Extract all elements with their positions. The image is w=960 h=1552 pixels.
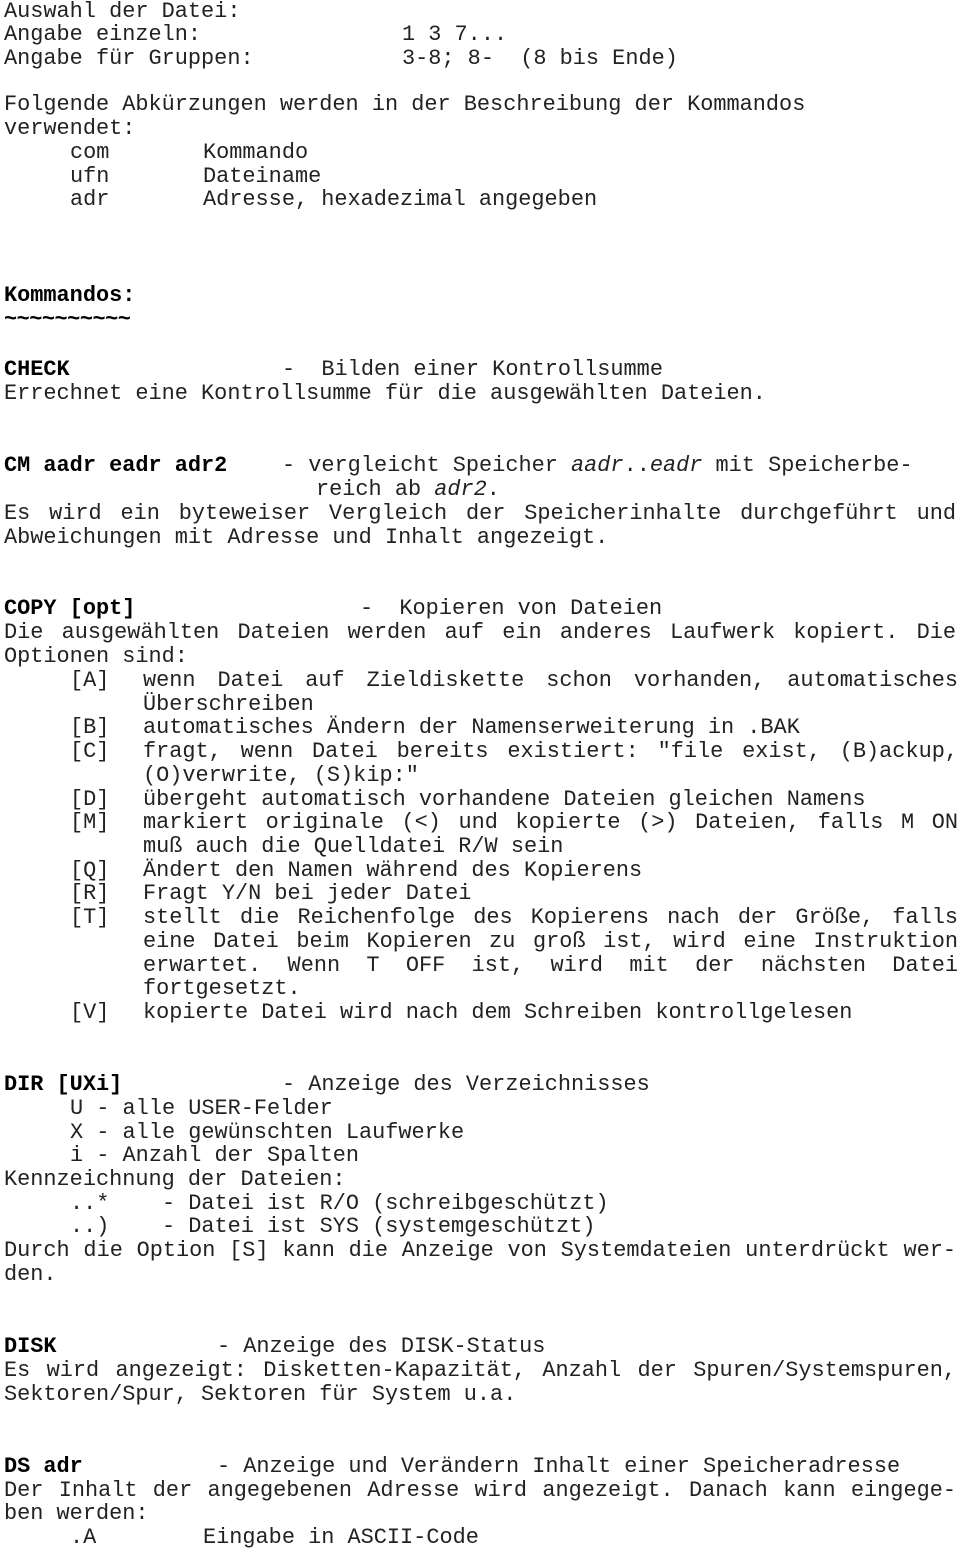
dir-mark: ..) - Datei ist SYS (systemgeschützt) [70, 1214, 596, 1239]
command-desc-cm: Es wird ein byteweiser Vergleich der Spe… [4, 501, 956, 526]
copy-option-text: übergeht automatisch vorhandene Dateien … [143, 787, 866, 812]
command-desc-copy: Optionen sind: [4, 644, 188, 669]
abbr-key: ufn [70, 164, 110, 189]
dir-param: X - alle gewünschten Laufwerke [70, 1120, 465, 1145]
cm-summary-rest: mit Speicherbe- [702, 453, 913, 478]
copy-option-key: [V] [70, 1000, 110, 1025]
copy-option-key: [C] [70, 739, 110, 764]
dir-param: i - Anzahl der Spalten [70, 1143, 360, 1168]
copy-option-text: Überschreiben [143, 692, 314, 717]
copy-option-key: [T] [70, 905, 110, 930]
copy-option-text: erwartet. Wenn T OFF ist, wird mit der n… [143, 953, 958, 978]
command-summary-check: - Bilden einer Kontrollsumme [282, 357, 663, 382]
dir-mark: ..* - Datei ist R/O (schreibgeschützt) [70, 1191, 609, 1216]
copy-option-text: Fragt Y/N bei jeder Datei [143, 881, 472, 906]
command-name-disk: DISK [4, 1334, 57, 1359]
group-label: Angabe für Gruppen: [4, 46, 254, 71]
command-desc-ds: Der Inhalt der angegebenen Adresse wird … [4, 1478, 956, 1503]
cm-line2-post: . [486, 477, 500, 502]
command-summary-dir: - Anzeige des Verzeichnisses [282, 1072, 650, 1097]
copy-option-key: [B] [70, 715, 110, 740]
command-summary-cm-line2: reich ab adr2. [316, 478, 500, 502]
abbr-key: com [70, 140, 110, 165]
command-desc-ds: ben werden: [4, 1501, 149, 1526]
commands-underline: ~~~~~~~~~~ [4, 307, 131, 332]
abbr-meaning: Kommando [203, 140, 309, 165]
command-summary-copy: - Kopieren von Dateien [360, 596, 663, 621]
copy-option-key: [M] [70, 810, 110, 835]
copy-option-text: markiert originale (<) und kopierte (>) … [143, 810, 958, 835]
copy-option-text: muß auch die Quelldatei R/W sein [143, 834, 564, 859]
cm-line2-pre: reich ab [316, 477, 435, 502]
single-value: 1 3 7... [402, 22, 508, 47]
copy-option-key: [R] [70, 881, 110, 906]
command-name-dir: DIR [UXi] [4, 1072, 123, 1097]
single-label: Angabe einzeln: [4, 22, 202, 47]
commands-heading: Kommandos: [4, 283, 136, 308]
copy-option-key: [Q] [70, 858, 110, 883]
command-desc-check: Errechnet eine Kontrollsumme für die aus… [4, 381, 766, 406]
command-name-copy: COPY [opt] [4, 596, 136, 621]
abbr-intro-line2: verwendet: [4, 116, 136, 141]
cm-arg-adr2: adr2 [434, 477, 487, 502]
command-desc-copy: Die ausgewählten Dateien werden auf ein … [4, 620, 956, 645]
command-summary-cm: - vergleicht Speicher aadr..eadr mit Spe… [282, 454, 913, 478]
copy-option-key: [A] [70, 668, 110, 693]
command-summary-disk: - Anzeige des DISK-Status [217, 1334, 546, 1359]
selection-title: Auswahl der Datei: [4, 0, 241, 24]
group-value: 3-8; 8- (8 bis Ende) [402, 46, 678, 71]
abbr-meaning: Adresse, hexadezimal angegeben [203, 187, 598, 212]
cm-arg-eadr: eadr [649, 453, 703, 478]
command-desc-dir: den. [4, 1262, 57, 1287]
copy-option-text: automatisches Ändern der Namenserweiteru… [143, 715, 800, 740]
copy-option-text: fragt, wenn Datei bereits existiert: "fi… [143, 739, 958, 764]
dir-param: U - alle USER-Felder [70, 1096, 333, 1121]
command-name-cm: CM aadr eadr adr2 [4, 453, 228, 478]
command-name-check: CHECK [4, 357, 70, 382]
copy-option-text: Ändert den Namen während des Kopierens [143, 858, 643, 883]
cm-range-sep: .. [623, 453, 650, 478]
abbr-intro-line1: Folgende Abkürzungen werden in der Besch… [4, 92, 806, 117]
copy-option-text: stellt die Reichenfolge des Kopierens na… [143, 905, 958, 930]
abbr-meaning: Dateiname [203, 164, 322, 189]
cm-arg-aadr: aadr [571, 453, 624, 478]
cm-summary-dash: - vergleicht Speicher [282, 453, 558, 478]
copy-option-key: [D] [70, 787, 110, 812]
command-name-ds: DS adr [4, 1454, 83, 1479]
copy-option-text: fortgesetzt. [143, 976, 301, 1001]
abbr-key: adr [70, 187, 110, 212]
command-summary-ds: - Anzeige und Verändern Inhalt einer Spe… [217, 1454, 901, 1479]
command-desc-disk: Sektoren/Spur, Sektoren für System u.a. [4, 1382, 517, 1407]
copy-option-text: (O)verwrite, (S)kip:" [143, 763, 419, 788]
dir-marks-title: Kennzeichnung der Dateien: [4, 1167, 346, 1192]
command-desc-cm: Abweichungen mit Adresse und Inhalt ange… [4, 525, 609, 550]
command-desc-dir: Durch die Option [S] kann die Anzeige vo… [4, 1238, 956, 1263]
copy-option-text: wenn Datei auf Zieldiskette schon vorhan… [143, 668, 958, 693]
ds-input-meaning: Eingabe in ASCII-Code [203, 1525, 479, 1550]
copy-option-text: kopierte Datei wird nach dem Schreiben k… [143, 1000, 853, 1025]
ds-input-key: .A [70, 1525, 97, 1550]
copy-option-text: eine Datei beim Kopieren zu groß ist, wi… [143, 929, 958, 954]
command-desc-disk: Es wird angezeigt: Disketten-Kapazität, … [4, 1358, 956, 1383]
